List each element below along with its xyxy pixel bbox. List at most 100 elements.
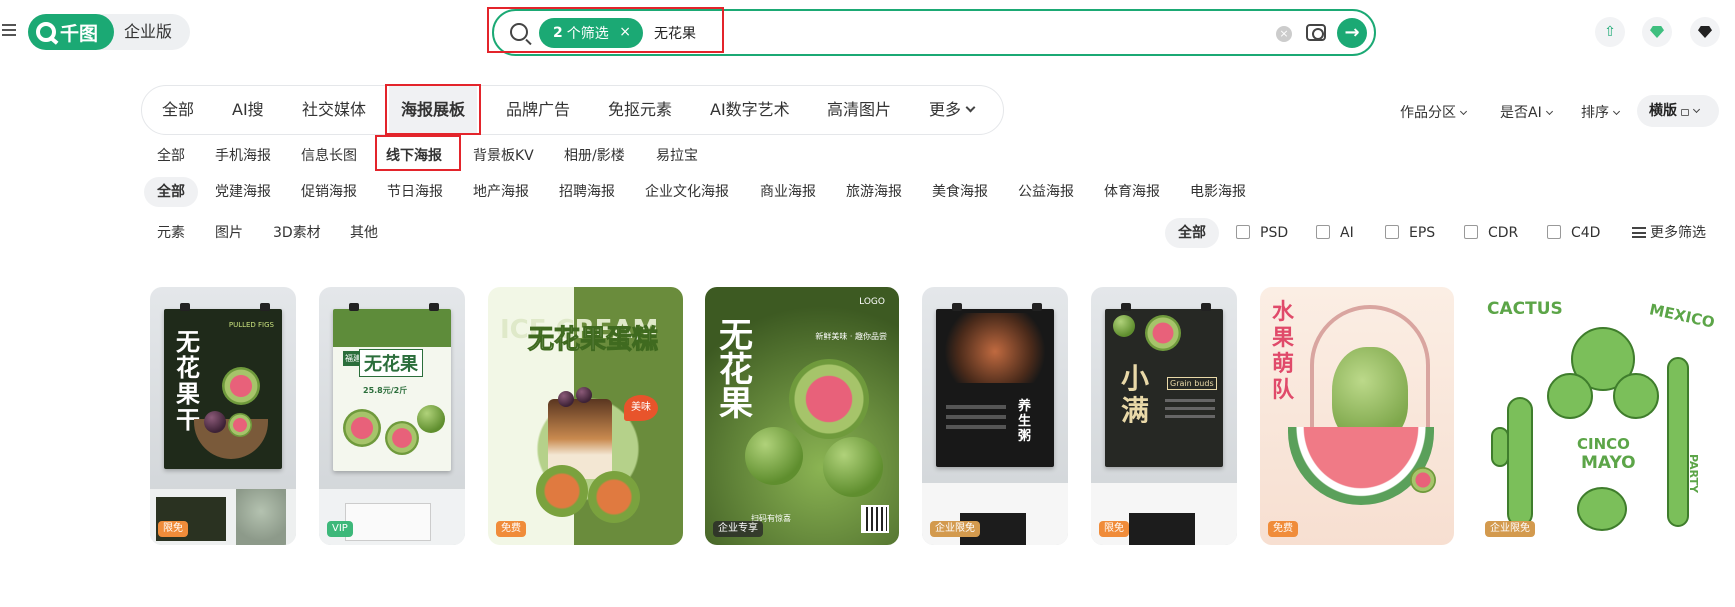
category-ai-search[interactable]: AI搜 [232, 86, 264, 134]
theme-sports[interactable]: 体育海报 [1104, 177, 1160, 207]
category-all[interactable]: 全部 [162, 86, 194, 134]
logo[interactable]: 千图 [28, 14, 114, 50]
format-psd[interactable]: PSD [1236, 218, 1288, 248]
category-cutout[interactable]: 免抠元素 [608, 86, 672, 134]
type-element[interactable]: 元素 [157, 218, 185, 248]
berry-image [576, 387, 592, 403]
watermelon-image [1288, 427, 1434, 505]
subcat-album[interactable]: 相册/影楼 [564, 141, 625, 171]
status-badge: 企业专享 [713, 521, 763, 537]
checkbox-ai[interactable] [1316, 225, 1330, 239]
status-badge: 免费 [1268, 521, 1298, 537]
checkbox-eps[interactable] [1385, 225, 1399, 239]
menu-icon[interactable] [2, 24, 16, 36]
vip-button[interactable] [1642, 17, 1672, 47]
category-social[interactable]: 社交媒体 [302, 86, 366, 134]
gem-icon [1650, 26, 1664, 38]
subcat-mobile-poster[interactable]: 手机海报 [215, 141, 271, 171]
category-hd-image[interactable]: 高清图片 [827, 86, 891, 134]
format-ai[interactable]: AI [1316, 218, 1354, 248]
chevron-down-icon [1612, 107, 1621, 116]
result-card[interactable]: 水果萌队 免费 [1260, 287, 1454, 545]
subcat-rollup[interactable]: 易拉宝 [656, 141, 698, 171]
result-card[interactable]: ICE CREAM 无花果蛋糕 美味 免费 [488, 287, 683, 545]
format-cdr-label: CDR [1488, 225, 1519, 241]
poster-image: 无花果干 PULLED FIGS [164, 309, 282, 469]
fig-image [588, 471, 640, 523]
format-eps-label: EPS [1409, 225, 1436, 241]
clip-icon [349, 303, 359, 311]
enterprise-vip-button[interactable] [1690, 17, 1720, 47]
category-more[interactable]: 更多 [929, 86, 976, 134]
sticker-badge: 美味 [624, 395, 658, 421]
clip-icon [1121, 303, 1131, 311]
result-card[interactable]: LOGO 新鲜美味 · 趣你品尝 无花果 扫码有惊喜 企业专享 [705, 287, 899, 545]
format-eps[interactable]: EPS [1385, 218, 1435, 248]
format-cdr[interactable]: CDR [1464, 218, 1518, 248]
qr-code [861, 505, 889, 533]
text-line [1165, 399, 1215, 402]
result-card[interactable]: 小满 Grain buds 限免 [1091, 287, 1237, 545]
theme-promo[interactable]: 促销海报 [301, 177, 357, 207]
more-filters-button[interactable]: 更多筛选 [1632, 218, 1706, 248]
type-3d[interactable]: 3D素材 [273, 218, 321, 248]
theme-party[interactable]: 党建海报 [215, 177, 271, 207]
poster-title: 小满 [1121, 362, 1150, 427]
poster-title: 无花果干 [176, 327, 200, 434]
clip-icon [429, 303, 439, 311]
result-card[interactable]: CACTUS MEXICO CINCO MAYO PARTY 企业限免 [1477, 287, 1721, 545]
theme-charity[interactable]: 公益海报 [1018, 177, 1074, 207]
theme-movie[interactable]: 电影海报 [1190, 177, 1246, 207]
text-line [1165, 407, 1215, 410]
cactus-image [1667, 357, 1689, 527]
search-go-button[interactable]: → [1337, 18, 1367, 48]
camera-icon[interactable] [1306, 24, 1326, 41]
logo-q-icon [36, 22, 56, 42]
zone-dropdown[interactable]: 作品分区 [1400, 102, 1468, 122]
poster-subtitle: Grain buds [1167, 377, 1217, 390]
theme-business[interactable]: 商业海报 [760, 177, 816, 207]
checkbox-cdr[interactable] [1464, 225, 1478, 239]
theme-recruit[interactable]: 招聘海报 [559, 177, 615, 207]
result-card[interactable]: 养生粥 企业限免 [922, 287, 1068, 545]
clip-icon [1032, 303, 1042, 311]
fig-image [823, 437, 883, 497]
theme-food[interactable]: 美食海报 [932, 177, 988, 207]
theme-real-estate[interactable]: 地产海报 [473, 177, 529, 207]
category-ai-art[interactable]: AI数字艺术 [710, 86, 790, 134]
checkbox-c4d[interactable] [1547, 225, 1561, 239]
cactus-image [1547, 373, 1593, 419]
checkbox-psd[interactable] [1236, 225, 1250, 239]
fig-image [745, 427, 803, 485]
ai-dropdown[interactable]: 是否AI [1500, 102, 1553, 122]
subcat-long-infographic[interactable]: 信息长图 [301, 141, 357, 171]
edition-label[interactable]: 企业版 [124, 14, 172, 50]
category-brand-ad[interactable]: 品牌广告 [506, 86, 570, 134]
theme-travel[interactable]: 旅游海报 [846, 177, 902, 207]
clear-icon[interactable]: × [1276, 26, 1292, 42]
result-card[interactable]: 福建 无花果 25.8元/2斤 VIP [319, 287, 465, 545]
result-card[interactable]: 无花果干 PULLED FIGS 限免 [150, 287, 296, 545]
upload-button[interactable]: ⇧ [1595, 17, 1625, 47]
format-c4d[interactable]: C4D [1547, 218, 1600, 248]
theme-all[interactable]: 全部 [144, 177, 198, 207]
format-psd-label: PSD [1260, 225, 1289, 241]
poster-title: 养生粥 [1018, 399, 1032, 444]
theme-corporate-culture[interactable]: 企业文化海报 [645, 177, 729, 207]
poster-subtitle: PULLED FIGS [228, 321, 274, 329]
format-all[interactable]: 全部 [1165, 218, 1219, 248]
subcat-backdrop-kv[interactable]: 背景板KV [473, 141, 534, 171]
sort-dropdown[interactable]: 排序 [1581, 102, 1621, 122]
filter-icon [1632, 226, 1646, 238]
poster-word: CINCO [1577, 435, 1630, 453]
poster-title: 水果萌队 [1272, 299, 1295, 403]
diamond-icon [1698, 26, 1712, 38]
ai-label: 是否AI [1500, 105, 1542, 121]
orientation-dropdown[interactable]: 横版 [1637, 95, 1719, 127]
theme-holiday[interactable]: 节日海报 [387, 177, 443, 207]
type-image[interactable]: 图片 [215, 218, 243, 248]
subcat-all[interactable]: 全部 [157, 141, 185, 171]
type-other[interactable]: 其他 [350, 218, 378, 248]
chevron-down-icon [1692, 105, 1701, 114]
status-badge: 企业限免 [1485, 521, 1535, 537]
